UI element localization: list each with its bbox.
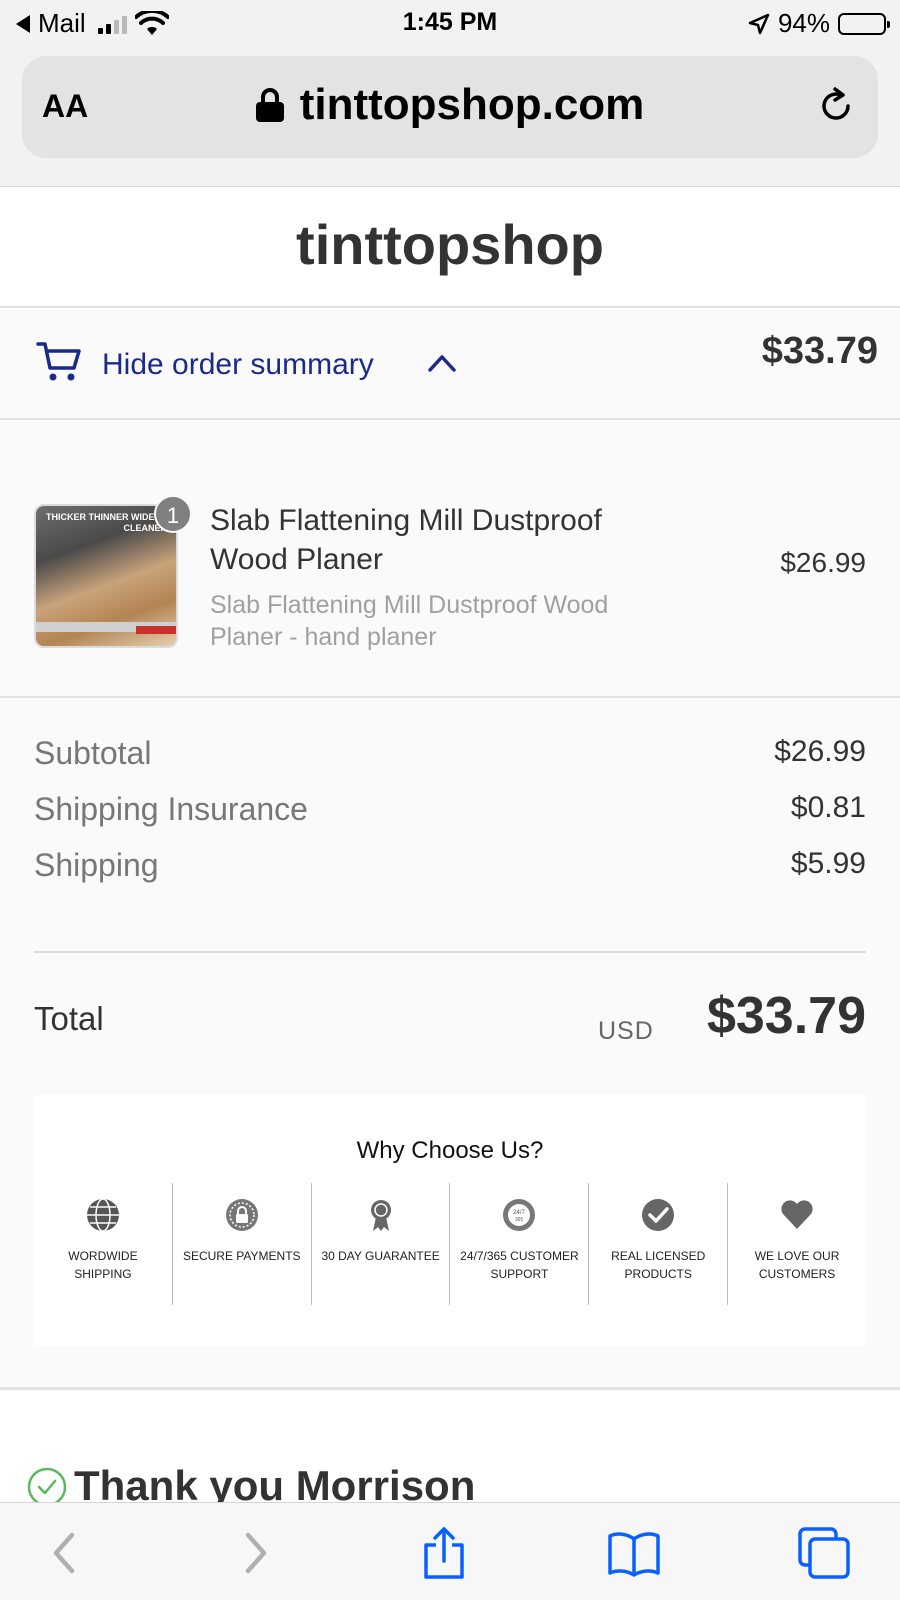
lock-icon (255, 88, 284, 122)
cost-value: $0.81 (790, 791, 866, 824)
reload-icon[interactable] (816, 86, 856, 126)
globe-icon (86, 1198, 119, 1232)
divider (34, 951, 866, 953)
cart-icon (36, 342, 81, 381)
browser-toolbar: AA tinttopshop.com (0, 44, 900, 187)
line-item: THICKER THINNER WIDER & CLEANER! 1 Slab … (0, 421, 900, 698)
header-total: $33.79 (761, 330, 878, 372)
cost-value: $5.99 (790, 847, 866, 880)
shipping-row: Shipping $5.99 (34, 847, 866, 887)
store-header: tinttopshop (0, 188, 900, 308)
forward-chevron-icon[interactable] (226, 1525, 282, 1581)
check-badge-icon (642, 1199, 675, 1231)
feature-label: REAL LICENSED PRODUCTS (611, 1249, 706, 1281)
toggle-label[interactable]: Hide order summary (102, 348, 374, 382)
feature-worldwide-shipping: WORDWIDE SHIPPING (34, 1183, 173, 1305)
cost-label: Shipping Insurance (34, 791, 308, 827)
subtotal-row: Subtotal $26.99 (34, 735, 866, 775)
why-title: Why Choose Us? (356, 1137, 544, 1164)
thumbnail-text: THICKER THINNER WIDER & CLEANER! (46, 512, 170, 533)
browser-bottom-toolbar (0, 1502, 900, 1600)
feature-label: WE LOVE OUR CUSTOMERS (754, 1249, 840, 1281)
product-price: $26.99 (780, 547, 866, 578)
thank-you-heading: Thank you Morrison (74, 1462, 476, 1502)
quantity-badge: 1 (154, 495, 192, 533)
feature-label: WORDWIDE SHIPPING (68, 1249, 138, 1281)
product-variant: Slab Flattening Mill Dustproof Wood Plan… (210, 591, 609, 651)
feature-love-customers: WE LOVE OUR CUSTOMERS (728, 1183, 866, 1305)
award-ribbon-icon (370, 1200, 391, 1231)
bookmarks-icon[interactable] (606, 1525, 662, 1581)
battery-percent: 94% (777, 8, 830, 38)
order-summary-toggle[interactable]: Hide order summary $33.79 (0, 310, 900, 420)
cost-label: Shipping (34, 847, 159, 883)
svg-text:365: 365 (515, 1217, 524, 1223)
total-currency: USD (598, 1017, 654, 1045)
feature-customer-support: 24/7 365 24/7/365 CUSTOMER SUPPORT (450, 1183, 590, 1305)
check-circle-icon (27, 1467, 67, 1502)
share-icon[interactable] (416, 1525, 472, 1581)
store-logo-text[interactable]: tinttopshop (0, 212, 900, 277)
tabs-icon[interactable] (796, 1525, 852, 1581)
chevron-up-icon (428, 355, 456, 372)
svg-text:24/7: 24/7 (514, 1210, 526, 1216)
status-bar: Mail 1:45 PM 94% (0, 0, 900, 44)
feature-licensed-products: REAL LICENSED PRODUCTS (589, 1183, 729, 1305)
product-name: Slab Flattening Mill Dustproof Wood Plan… (210, 504, 602, 576)
order-summary-panel: THICKER THINNER WIDER & CLEANER! 1 Slab … (0, 421, 900, 1390)
address-bar[interactable]: AA tinttopshop.com (22, 56, 878, 158)
back-chevron-icon[interactable] (38, 1525, 94, 1581)
feature-30-day-guarantee: 30 DAY GUARANTEE (312, 1183, 451, 1305)
feature-label: 24/7/365 CUSTOMER SUPPORT (460, 1249, 579, 1281)
feature-label: 30 DAY GUARANTEE (321, 1249, 440, 1263)
url-text[interactable]: tinttopshop.com (300, 80, 645, 130)
total-value: $33.79 (706, 987, 866, 1045)
support-clock-icon: 24/7 365 (503, 1199, 536, 1231)
total-label: Total (34, 1000, 104, 1037)
feature-label: SECURE PAYMENTS (182, 1249, 301, 1263)
cost-label: Subtotal (34, 735, 152, 771)
why-choose-us-banner: Why Choose Us? WORDWIDE SHIPPING SECURE … (34, 1095, 866, 1347)
location-arrow-icon (748, 13, 770, 34)
thank-you-section: Thank you Morrison (0, 1392, 900, 1502)
shipping-insurance-row: Shipping Insurance $0.81 (34, 791, 866, 831)
cost-value: $26.99 (774, 735, 866, 768)
secure-lock-icon (225, 1199, 258, 1231)
heart-icon (781, 1200, 813, 1229)
feature-secure-payments: SECURE PAYMENTS (173, 1183, 312, 1305)
product-thumbnail: THICKER THINNER WIDER & CLEANER! (34, 504, 178, 648)
battery-icon (838, 12, 890, 35)
